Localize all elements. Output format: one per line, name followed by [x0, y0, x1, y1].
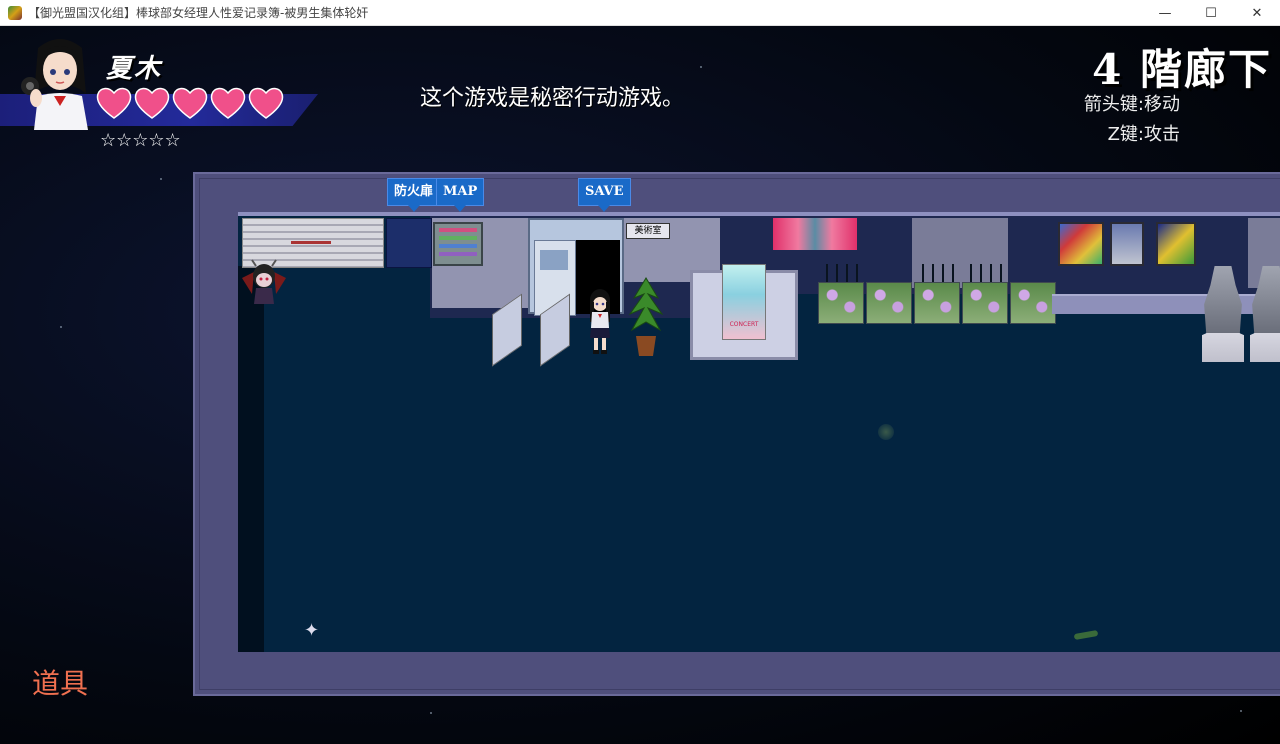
close-button[interactable]: ✕ — [1234, 0, 1280, 26]
background-star — [60, 326, 62, 328]
heart-icon — [134, 87, 170, 119]
fire-door[interactable] — [386, 218, 432, 268]
window-controls: — ☐ ✕ — [1142, 0, 1280, 26]
hallway-left-wall — [238, 266, 264, 652]
floor-item — [878, 424, 894, 440]
background-star — [160, 178, 162, 180]
heart-icon — [248, 87, 284, 119]
heart-icon — [172, 87, 208, 119]
background-star — [700, 66, 702, 68]
background-star — [1240, 710, 1242, 712]
framed-picture — [1058, 222, 1104, 266]
flower-box — [1010, 282, 1056, 324]
fire-door-tag: 防火扉 — [387, 178, 441, 212]
background-star — [430, 712, 432, 714]
plant-leaves — [818, 264, 862, 282]
controls-attack: Z键:攻击 — [1107, 124, 1180, 145]
flower-box — [962, 282, 1008, 324]
location-label: 4 階廊下 — [1092, 45, 1272, 94]
app-icon — [8, 5, 22, 20]
framed-picture — [1110, 222, 1144, 266]
flower-box — [818, 282, 864, 324]
maximize-button[interactable]: ☐ — [1188, 0, 1234, 26]
minimize-button[interactable]: — — [1142, 0, 1188, 26]
health-hearts — [96, 86, 284, 120]
heart-icon — [96, 87, 132, 119]
character-portrait — [21, 39, 88, 130]
controls-help: 箭头键:移动 Z键:攻击 — [1084, 90, 1180, 150]
items-menu-label[interactable]: 道具 — [32, 662, 88, 702]
rating-stars: ☆☆☆☆☆ — [100, 130, 181, 151]
wall-poster — [773, 218, 857, 250]
map-tag: MAP — [436, 178, 485, 212]
sparkle-icon: ✦ — [304, 620, 320, 641]
framed-picture — [1156, 222, 1196, 266]
plant-leaves — [914, 264, 958, 282]
room-sign: 美術室 — [626, 223, 670, 239]
display-ledge — [1052, 294, 1280, 314]
wall-top-edge — [238, 212, 1280, 216]
demon-enemy-sprite — [242, 259, 286, 304]
window-title: 【御光盟国汉化组】棒球部女经理人性爱记录簿-被男生集体轮奸 — [28, 6, 369, 20]
save-tag: SAVE — [578, 178, 631, 212]
door-window — [540, 250, 568, 270]
heart-icon — [210, 87, 246, 119]
concert-poster: CONCERT — [722, 264, 766, 340]
game-viewport: 夏木 ☆☆☆☆☆ 这个游戏是秘密行动游戏。 4 階廊下 箭头键:移动 Z键:攻击… — [0, 26, 1280, 744]
map-board[interactable] — [433, 222, 483, 266]
player-sprite — [590, 289, 610, 354]
character-name: 夏木 — [106, 54, 163, 84]
window-titlebar: 【御光盟国汉化组】棒球部女经理人性爱记录簿-被男生集体轮奸 — ☐ ✕ — [0, 0, 1280, 26]
game-message: 这个游戏是秘密行动游戏。 — [420, 86, 685, 111]
plant-leaves — [962, 264, 1006, 282]
controls-move: 箭头键:移动 — [1083, 94, 1180, 115]
flower-box — [914, 282, 960, 324]
flower-box — [866, 282, 912, 324]
potted-plant — [628, 277, 664, 356]
